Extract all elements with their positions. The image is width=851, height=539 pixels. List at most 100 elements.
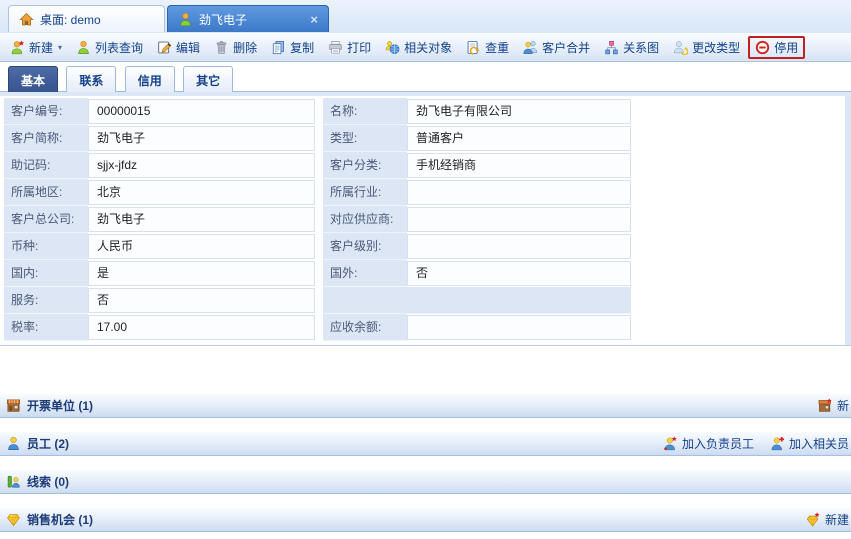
tab-desktop[interactable]: 桌面: demo xyxy=(8,5,165,32)
billing-unit-add-icon xyxy=(818,398,833,413)
check-duplicate-label: 查重 xyxy=(485,40,510,55)
new-label: 新建 xyxy=(29,40,54,55)
section-actions: 新建 xyxy=(806,511,849,528)
related-objects-button[interactable]: 相关对象 xyxy=(379,36,458,59)
print-button[interactable]: 打印 xyxy=(322,36,377,59)
column-gap xyxy=(315,233,323,260)
customer-detail-form: 客户编号: 00000015 名称: 劲飞电子有限公司 客户简称: 劲飞电子 类… xyxy=(4,98,631,341)
column-gap xyxy=(315,125,323,152)
field-label: 应收余额: xyxy=(323,314,407,341)
employee-icon xyxy=(6,436,21,451)
close-icon[interactable]: × xyxy=(310,13,318,26)
person-add-star-icon xyxy=(663,436,678,451)
field-label: 币种: xyxy=(4,233,88,260)
merge-customers-button[interactable]: 客户合并 xyxy=(517,36,596,59)
org-chart-icon xyxy=(604,40,619,55)
column-gap xyxy=(315,179,323,206)
add-responsible-employee-button[interactable]: 加入负责员工 xyxy=(663,435,754,452)
new-billing-unit-button[interactable]: 新 xyxy=(818,397,849,414)
tab-customer-label: 劲飞电子 xyxy=(199,12,248,27)
region-value: 北京 xyxy=(88,180,315,205)
field-label: 对应供应商: xyxy=(323,206,407,233)
section-sales-opportunities[interactable]: 销售机会 (1) 新建 xyxy=(0,507,851,532)
trash-icon xyxy=(214,40,229,55)
tab-contact[interactable]: 联系 xyxy=(66,66,117,94)
field-label: 所属行业: xyxy=(323,179,407,206)
customer-name-value: 劲飞电子有限公司 xyxy=(407,99,631,124)
merge-customers-label: 客户合并 xyxy=(542,40,591,55)
section-billing-units[interactable]: 开票单位 (1) 新 xyxy=(0,393,851,418)
chevron-down-icon[interactable]: ▾ xyxy=(58,43,62,52)
person-globe-icon xyxy=(385,40,400,55)
field-label: 客户分类: xyxy=(323,152,407,179)
billing-unit-icon xyxy=(6,398,21,413)
field-label: 客户总公司: xyxy=(4,206,88,233)
customer-number-value: 00000015 xyxy=(88,99,315,124)
tax-rate-value: 17.00 xyxy=(88,315,315,340)
mnemonic-code-value: sjjx-jfdz xyxy=(88,153,315,178)
stop-icon xyxy=(755,40,770,55)
list-query-label: 列表查询 xyxy=(95,40,144,55)
column-gap xyxy=(315,152,323,179)
section-leads[interactable]: 线索 (0) xyxy=(0,469,851,494)
currency-value: 人民币 xyxy=(88,234,315,259)
field-label: 名称: xyxy=(323,98,407,125)
tab-customer-active[interactable]: 劲飞电子 × xyxy=(167,5,329,32)
section-employees[interactable]: 员工 (2) 加入负责员工 加入相关员 xyxy=(0,431,851,456)
customer-type-value: 普通客户 xyxy=(407,126,631,151)
copy-button[interactable]: 复制 xyxy=(265,36,320,59)
field-label: 客户简称: xyxy=(4,125,88,152)
delete-label: 删除 xyxy=(233,40,258,55)
section-billing-units-title: 开票单位 (1) xyxy=(27,399,94,413)
service-value: 否 xyxy=(88,288,315,313)
new-button[interactable]: 新建 ▾ xyxy=(4,36,68,59)
printer-icon xyxy=(328,40,343,55)
tab-desktop-label: 桌面: demo xyxy=(40,12,101,27)
column-gap xyxy=(315,314,323,341)
person-add-plus-icon xyxy=(770,436,785,451)
new-billing-unit-label: 新 xyxy=(836,399,849,413)
merge-persons-icon xyxy=(523,40,538,55)
window-tab-bar: 桌面: demo 劲飞电子 × xyxy=(0,0,851,34)
field-label: 所属地区: xyxy=(4,179,88,206)
column-gap xyxy=(315,206,323,233)
customer-category-value: 手机经销商 xyxy=(407,153,631,178)
section-actions: 新 xyxy=(818,397,849,414)
change-type-label: 更改类型 xyxy=(692,40,741,55)
section-employees-title: 员工 (2) xyxy=(27,437,70,451)
relationship-graph-button[interactable]: 关系图 xyxy=(598,36,665,59)
edit-button[interactable]: 编辑 xyxy=(151,36,206,59)
tab-credit[interactable]: 信用 xyxy=(124,66,175,94)
overseas-value: 否 xyxy=(407,261,631,286)
list-query-button[interactable]: 列表查询 xyxy=(70,36,149,59)
related-objects-label: 相关对象 xyxy=(404,40,453,55)
tab-bar-divider xyxy=(0,92,851,96)
home-icon xyxy=(19,12,34,27)
add-related-employee-label: 加入相关员 xyxy=(788,437,849,451)
tab-basic[interactable]: 基本 xyxy=(8,66,59,94)
industry-value xyxy=(407,180,631,205)
copy-icon xyxy=(271,40,286,55)
add-related-employee-button[interactable]: 加入相关员 xyxy=(770,435,849,452)
column-gap xyxy=(315,287,323,314)
field-label: 国外: xyxy=(323,260,407,287)
delete-button[interactable]: 删除 xyxy=(208,36,263,59)
field-label: 国内: xyxy=(4,260,88,287)
new-opportunity-label: 新建 xyxy=(824,513,849,527)
field-label: 客户级别: xyxy=(323,233,407,260)
disable-button[interactable]: 停用 xyxy=(748,35,806,59)
empty-cell xyxy=(407,287,631,314)
print-label: 打印 xyxy=(347,40,372,55)
parent-company-value: 劲飞电子 xyxy=(88,207,315,232)
person-icon xyxy=(76,40,91,55)
toolbar: 新建 ▾ 列表查询 编辑 删除 复制 打印 相关对象 查重 客户合并 关系图 更… xyxy=(0,33,851,62)
supplier-value xyxy=(407,207,631,232)
new-opportunity-button[interactable]: 新建 xyxy=(806,511,849,528)
field-label: 助记码: xyxy=(4,152,88,179)
check-duplicate-button[interactable]: 查重 xyxy=(460,36,515,59)
field-label-empty xyxy=(323,287,407,314)
tab-other[interactable]: 其它 xyxy=(183,66,234,94)
lead-icon xyxy=(6,474,21,489)
change-type-icon xyxy=(673,40,689,55)
change-type-button[interactable]: 更改类型 xyxy=(667,36,746,59)
